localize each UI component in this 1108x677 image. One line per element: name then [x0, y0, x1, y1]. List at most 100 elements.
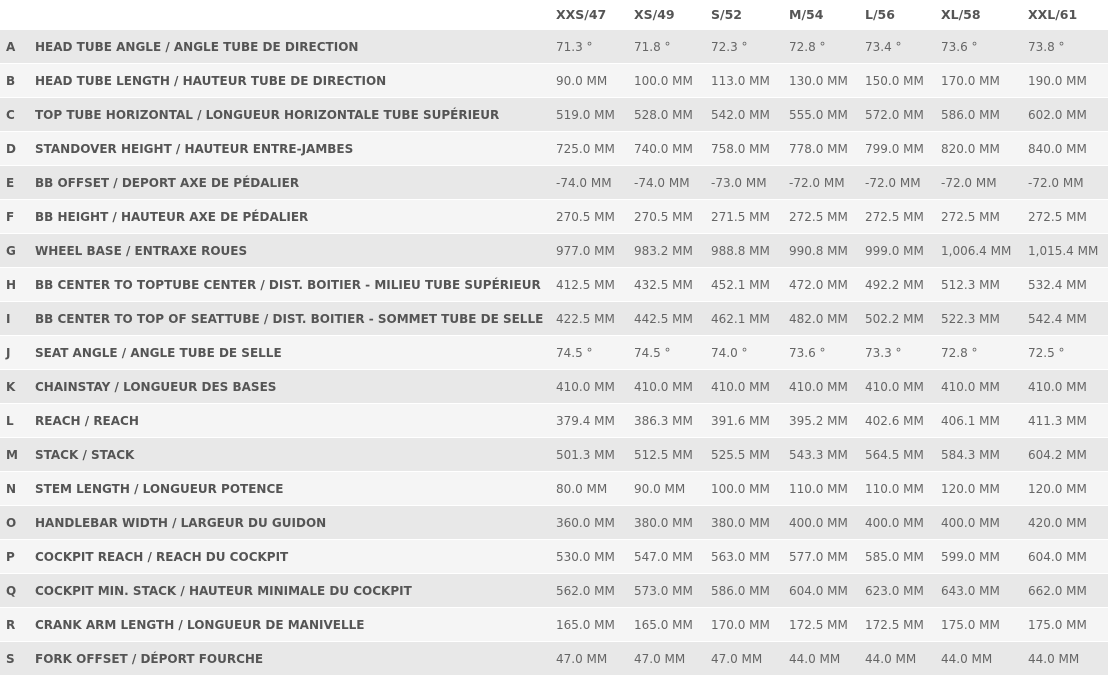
measurement-cell: 492.2 MM — [865, 267, 941, 302]
row-label: FORK OFFSET / DÉPORT FOURCHE — [35, 641, 556, 675]
size-header: S/52 — [711, 7, 742, 22]
measurement-cell: 547.0 MM — [634, 539, 711, 574]
measurement-cell: 71.3 ° — [556, 29, 634, 64]
table-row: F BB HEIGHT / HAUTEUR AXE DE PÉDALIER 270.… — [0, 199, 1108, 234]
measurement-cell: 977.0 MM — [556, 233, 634, 268]
size-header: M/54 — [789, 7, 824, 22]
measurement-cell: 519.0 MM — [556, 97, 634, 132]
measurement-cell: 391.6 MM — [711, 403, 789, 438]
measurement-cell: 73.6 ° — [941, 29, 1028, 64]
row-letter: G — [0, 233, 35, 268]
measurement-cell: 462.1 MM — [711, 301, 789, 336]
row-letter: L — [0, 403, 35, 438]
measurement-cell: 564.5 MM — [865, 437, 941, 472]
row-label: CHAINSTAY / LONGUEUR DES BASES — [35, 369, 556, 404]
measurement-cell: 73.8 ° — [1028, 29, 1108, 64]
measurement-cell: 272.5 MM — [865, 199, 941, 234]
row-letter: A — [0, 29, 35, 64]
measurement-cell: 272.5 MM — [941, 199, 1028, 234]
measurement-cell: 577.0 MM — [789, 539, 865, 574]
measurement-cell: -72.0 MM — [789, 165, 865, 200]
measurement-cell: 110.0 MM — [789, 471, 865, 506]
measurement-cell: 562.0 MM — [556, 573, 634, 608]
table-row: O HANDLEBAR WIDTH / LARGEUR DU GUIDON 360.… — [0, 505, 1108, 540]
measurement-cell: 662.0 MM — [1028, 573, 1108, 608]
row-label: BB CENTER TO TOP OF SEATTUBE / DIST. BOI… — [35, 301, 556, 336]
measurement-cell: 380.0 MM — [711, 505, 789, 540]
geometry-table: XXS/47 XS/49 S/52 M/54 L/56 XL/58 XXL/61… — [0, 0, 1108, 675]
measurement-cell: 90.0 MM — [634, 471, 711, 506]
row-label: BB CENTER TO TOPTUBE CENTER / DIST. BOIT… — [35, 267, 556, 302]
row-label: STACK / STACK — [35, 437, 556, 472]
measurement-cell: 113.0 MM — [711, 63, 789, 98]
row-label: SEAT ANGLE / ANGLE TUBE DE SELLE — [35, 335, 556, 370]
measurement-cell: 150.0 MM — [865, 63, 941, 98]
row-label: STANDOVER HEIGHT / HAUTEUR ENTRE-JAMBES — [35, 131, 556, 166]
measurement-cell: 543.3 MM — [789, 437, 865, 472]
measurement-cell: 532.4 MM — [1028, 267, 1108, 302]
measurement-cell: 820.0 MM — [941, 131, 1028, 166]
measurement-cell: 472.0 MM — [789, 267, 865, 302]
measurement-cell: 130.0 MM — [789, 63, 865, 98]
row-label: HEAD TUBE ANGLE / ANGLE TUBE DE DIRECTIO… — [35, 29, 556, 64]
measurement-cell: 1,006.4 MM — [941, 233, 1028, 268]
measurement-cell: 983.2 MM — [634, 233, 711, 268]
measurement-cell: 542.0 MM — [711, 97, 789, 132]
measurement-cell: -74.0 MM — [634, 165, 711, 200]
measurement-cell: 165.0 MM — [556, 607, 634, 642]
measurement-cell: 272.5 MM — [789, 199, 865, 234]
measurement-cell: 432.5 MM — [634, 267, 711, 302]
measurement-cell: 512.5 MM — [634, 437, 711, 472]
row-letter: Q — [0, 573, 35, 608]
size-header: L/56 — [865, 7, 895, 22]
table-header: XXS/47 XS/49 S/52 M/54 L/56 XL/58 XXL/61 — [0, 0, 1108, 30]
measurement-cell: 172.5 MM — [865, 607, 941, 642]
size-header: XXL/61 — [1028, 7, 1078, 22]
table-row: G WHEEL BASE / ENTRAXE ROUES 977.0 MM 983.2… — [0, 233, 1108, 268]
measurement-cell: 172.5 MM — [789, 607, 865, 642]
table-row: B HEAD TUBE LENGTH / HAUTEUR TUBE DE DIRE… — [0, 63, 1108, 98]
table-row: I BB CENTER TO TOP OF SEATTUBE / DIST. BO… — [0, 301, 1108, 336]
measurement-cell: 528.0 MM — [634, 97, 711, 132]
measurement-cell: 410.0 MM — [865, 369, 941, 404]
measurement-cell: 740.0 MM — [634, 131, 711, 166]
row-letter: N — [0, 471, 35, 506]
measurement-cell: 71.8 ° — [634, 29, 711, 64]
measurement-cell: 100.0 MM — [634, 63, 711, 98]
measurement-cell: 360.0 MM — [556, 505, 634, 540]
row-label: CRANK ARM LENGTH / LONGUEUR DE MANIVELLE — [35, 607, 556, 642]
measurement-cell: 799.0 MM — [865, 131, 941, 166]
measurement-cell: 170.0 MM — [711, 607, 789, 642]
table-row: R CRANK ARM LENGTH / LONGUEUR DE MANIVELL… — [0, 607, 1108, 642]
measurement-cell: 400.0 MM — [941, 505, 1028, 540]
row-letter: O — [0, 505, 35, 540]
measurement-cell: 170.0 MM — [941, 63, 1028, 98]
table-row: D STANDOVER HEIGHT / HAUTEUR ENTRE-JAMBES… — [0, 131, 1108, 166]
measurement-cell: 585.0 MM — [865, 539, 941, 574]
row-label: HEAD TUBE LENGTH / HAUTEUR TUBE DE DIREC… — [35, 63, 556, 98]
measurement-cell: 530.0 MM — [556, 539, 634, 574]
row-label: BB HEIGHT / HAUTEUR AXE DE PÉDALIER — [35, 199, 556, 234]
measurement-cell: 47.0 MM — [556, 641, 634, 675]
measurement-cell: 110.0 MM — [865, 471, 941, 506]
measurement-cell: 420.0 MM — [1028, 505, 1108, 540]
measurement-cell: 586.0 MM — [941, 97, 1028, 132]
measurement-cell: 175.0 MM — [1028, 607, 1108, 642]
measurement-cell: 604.2 MM — [1028, 437, 1108, 472]
measurement-cell: 525.5 MM — [711, 437, 789, 472]
measurement-cell: 190.0 MM — [1028, 63, 1108, 98]
table-row: N STEM LENGTH / LONGUEUR POTENCE 80.0 MM 90… — [0, 471, 1108, 506]
measurement-cell: 73.3 ° — [865, 335, 941, 370]
table-row: Q COCKPIT MIN. STACK / HAUTEUR MINIMALE D… — [0, 573, 1108, 608]
measurement-cell: 175.0 MM — [941, 607, 1028, 642]
measurement-cell: 379.4 MM — [556, 403, 634, 438]
row-letter: M — [0, 437, 35, 472]
measurement-cell: 271.5 MM — [711, 199, 789, 234]
measurement-cell: 412.5 MM — [556, 267, 634, 302]
row-label: BB OFFSET / DEPORT AXE DE PÉDALIER — [35, 165, 556, 200]
measurement-cell: 599.0 MM — [941, 539, 1028, 574]
measurement-cell: 604.0 MM — [789, 573, 865, 608]
measurement-cell: 725.0 MM — [556, 131, 634, 166]
row-label: REACH / REACH — [35, 403, 556, 438]
measurement-cell: 44.0 MM — [941, 641, 1028, 675]
